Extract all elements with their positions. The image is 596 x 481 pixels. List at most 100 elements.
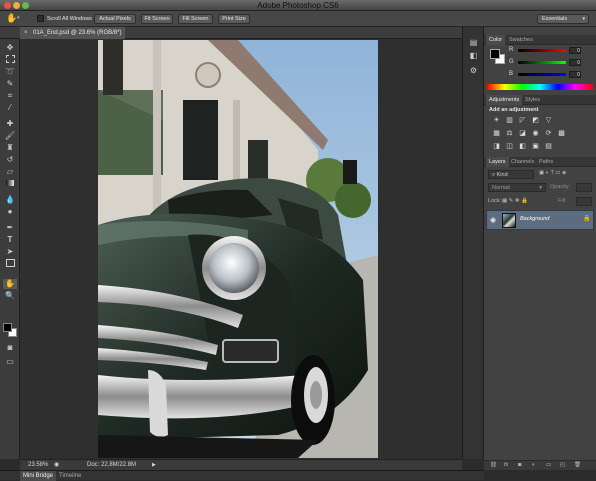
- history-panel-icon[interactable]: ▤: [467, 37, 480, 48]
- green-channel-value[interactable]: 0: [569, 59, 581, 66]
- channel-mixer-icon[interactable]: ⟳: [544, 130, 553, 138]
- foreground-color-swatch[interactable]: [3, 323, 12, 332]
- type-tool-icon[interactable]: T: [3, 235, 17, 245]
- scroll-all-windows-label: Scroll All Windows: [47, 16, 92, 22]
- green-channel-slider[interactable]: [518, 61, 566, 64]
- screen-mode-icon[interactable]: ▭: [3, 357, 17, 367]
- adjustment-layer-icon[interactable]: ◐: [532, 462, 535, 468]
- pen-tool-icon[interactable]: ✒: [3, 223, 17, 233]
- tab-layers[interactable]: Layers: [486, 157, 509, 167]
- tab-channels[interactable]: Channels: [508, 157, 537, 167]
- invert-icon[interactable]: ◨: [492, 143, 501, 151]
- layer-filter-select[interactable]: ⌕ Kind: [488, 170, 534, 179]
- eraser-tool-icon[interactable]: ▱: [3, 167, 17, 177]
- color-balance-icon[interactable]: ⚖: [505, 130, 514, 138]
- add-mask-icon[interactable]: ◙: [518, 462, 521, 468]
- rectangle-tool-icon[interactable]: [3, 259, 17, 269]
- workspace-select[interactable]: Essentials ▾: [537, 14, 589, 24]
- lasso-tool-icon[interactable]: ➰: [3, 67, 17, 77]
- color-panel-tabs: Color Swatches: [484, 35, 596, 45]
- exposure-icon[interactable]: ◩: [531, 117, 540, 125]
- blend-mode-select[interactable]: Normal ▾: [488, 183, 546, 192]
- blur-tool-icon[interactable]: 💧: [3, 195, 17, 205]
- bottom-panel-tabs: Mini Bridge Timeline: [0, 470, 484, 481]
- status-bar: 23.58% ◉ Doc: 22.8M/22.8M ▶: [20, 459, 462, 470]
- layer-style-icon[interactable]: fx: [504, 462, 508, 468]
- dodge-tool-icon[interactable]: ●: [3, 207, 17, 217]
- delete-layer-icon[interactable]: 🗑: [574, 462, 581, 468]
- red-channel-slider[interactable]: [518, 49, 566, 52]
- classic-car-photo: [98, 40, 378, 458]
- crop-tool-icon[interactable]: ⌗: [3, 91, 17, 101]
- new-layer-icon[interactable]: ◰: [560, 462, 565, 468]
- hand-tool-icon[interactable]: ✋: [3, 279, 17, 289]
- actual-pixels-button[interactable]: Actual Pixels: [94, 14, 136, 24]
- quick-select-tool-icon[interactable]: ✎: [3, 79, 17, 89]
- tool-preset-chevron-icon[interactable]: ▾: [17, 15, 20, 21]
- brightness-contrast-icon[interactable]: ☀: [492, 117, 501, 125]
- hand-icon[interactable]: ✋: [6, 13, 17, 24]
- history-brush-tool-icon[interactable]: ↺: [3, 155, 17, 165]
- vibrance-icon[interactable]: ▽: [544, 117, 553, 125]
- add-adjustment-heading: Add an adjustment: [489, 107, 539, 113]
- status-menu-arrow-icon[interactable]: ▶: [152, 462, 156, 468]
- hue-saturation-icon[interactable]: ▦: [492, 130, 501, 138]
- tab-paths[interactable]: Paths: [536, 157, 556, 167]
- lock-icon: 🔒: [583, 216, 591, 222]
- eye-icon[interactable]: ◉: [490, 216, 496, 224]
- properties-panel-icon[interactable]: ◧: [467, 50, 480, 61]
- move-tool-icon[interactable]: ✥: [3, 43, 17, 53]
- layer-filter-buttons[interactable]: ▣ ◐ T ▭ ◈: [539, 170, 566, 176]
- path-select-tool-icon[interactable]: ➤: [3, 247, 17, 257]
- tab-color[interactable]: Color: [486, 35, 506, 45]
- quick-mask-icon[interactable]: ◙: [3, 343, 17, 353]
- tab-adjustments[interactable]: Adjustments: [486, 95, 523, 105]
- levels-icon[interactable]: ▥: [505, 117, 514, 125]
- photo-filter-icon[interactable]: ◉: [531, 130, 540, 138]
- tool-presets-panel-icon[interactable]: ⚙: [467, 65, 480, 76]
- gradient-tool-icon[interactable]: [3, 179, 17, 189]
- blend-mode-value: Normal: [492, 185, 510, 191]
- document-image[interactable]: [98, 40, 378, 458]
- fit-screen-button[interactable]: Fit Screen: [141, 14, 173, 24]
- layer-thumbnail: [502, 213, 516, 228]
- tab-styles[interactable]: Styles: [522, 95, 543, 105]
- status-info-icon[interactable]: ◉: [54, 461, 59, 468]
- new-group-icon[interactable]: ▭: [546, 462, 551, 468]
- gradient-map-icon[interactable]: ▤: [544, 143, 553, 151]
- curves-icon[interactable]: ◸: [518, 117, 527, 125]
- options-bar: ✋ ▾ Scroll All Windows Actual Pixels Fit…: [0, 11, 596, 27]
- posterize-icon[interactable]: ◫: [505, 143, 514, 151]
- document-tab[interactable]: × 01A_End.psd @ 23.6% (RGB/8*): [20, 27, 125, 39]
- close-tab-icon[interactable]: ×: [24, 27, 28, 39]
- layer-row[interactable]: ◉ Background 🔒: [486, 210, 594, 230]
- tab-swatches[interactable]: Swatches: [506, 35, 536, 45]
- brush-tool-icon[interactable]: 🖌: [3, 131, 17, 141]
- app-title: Adobe Photoshop CS6: [257, 1, 339, 10]
- fill-input[interactable]: [576, 197, 592, 206]
- scroll-all-windows-checkbox[interactable]: [37, 15, 44, 22]
- fill-screen-button[interactable]: Fill Screen: [178, 14, 213, 24]
- eyedropper-tool-icon[interactable]: ⁄: [3, 103, 17, 113]
- print-size-button[interactable]: Print Size: [218, 14, 250, 24]
- color-spectrum-bar[interactable]: [487, 84, 593, 90]
- blue-channel-value[interactable]: 0: [569, 71, 581, 78]
- lock-label: Lock:: [488, 198, 502, 204]
- layers-footer: ⛓ fx ◙ ◐ ▭ ◰ 🗑: [484, 460, 596, 470]
- black-white-icon[interactable]: ◪: [518, 130, 527, 138]
- clone-stamp-tool-icon[interactable]: ♜: [3, 143, 17, 153]
- zoom-tool-icon[interactable]: 🔍: [3, 291, 17, 301]
- color-lookup-icon[interactable]: ▩: [557, 130, 566, 138]
- link-layers-icon[interactable]: ⛓: [490, 462, 497, 468]
- healing-brush-tool-icon[interactable]: ✚: [3, 119, 17, 129]
- selective-color-icon[interactable]: ▣: [531, 143, 540, 151]
- marquee-tool-icon[interactable]: [3, 55, 17, 65]
- color-foreground-swatch[interactable]: [490, 49, 500, 59]
- zoom-level[interactable]: 23.58%: [28, 462, 48, 468]
- threshold-icon[interactable]: ◧: [518, 143, 527, 151]
- layer-name[interactable]: Background: [520, 216, 549, 222]
- red-channel-value[interactable]: 0: [569, 47, 581, 54]
- lock-buttons[interactable]: ▦ ✎ ✥ 🔒: [502, 198, 528, 204]
- blue-channel-slider[interactable]: [518, 73, 566, 76]
- opacity-input[interactable]: [576, 183, 592, 192]
